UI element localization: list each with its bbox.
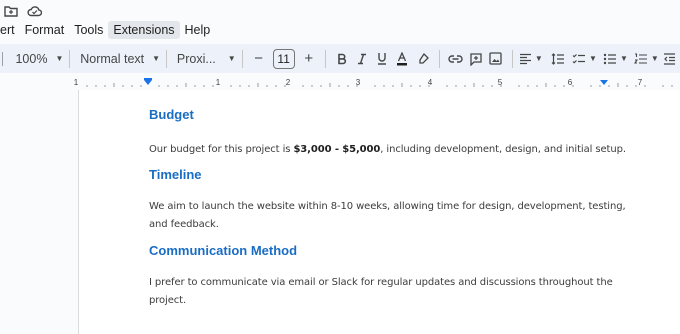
align-left-icon [519,53,531,64]
toolbar-separator [241,49,243,68]
chevron-down-icon: ▼ [534,54,543,63]
underline-icon[interactable] [373,48,391,70]
ruler-number: 4 [428,78,433,87]
insert-image-icon[interactable] [487,48,505,70]
ruler-number: 1 [216,78,221,87]
menu-help[interactable]: Help [180,21,216,39]
paragraph-timeline-line2: and feedback. [149,219,219,230]
first-line-indent-marker[interactable] [144,78,152,80]
chevron-down-icon: ▼ [227,54,236,63]
paragraph-timeline-line1: We aim to launch the website within 8-10… [149,201,626,212]
document-page[interactable]: Budget Our budget for this project is $3… [78,90,680,334]
heading-timeline: Timeline [149,167,202,182]
text-color-icon[interactable] [393,48,411,70]
ruler-number: 3 [356,78,361,87]
ruler-number: 5 [498,78,503,87]
bold-icon[interactable] [333,48,351,70]
bulleted-list-select[interactable]: ▼ [603,47,628,71]
toolbar-separator [438,49,440,68]
numbered-list-select[interactable]: ▼ [633,47,659,71]
ruler-number: 1 [74,78,79,87]
line-spacing-icon[interactable] [549,48,567,70]
link-icon[interactable] [446,48,464,70]
zoom-value: 100% [15,51,48,66]
italic-icon[interactable] [353,48,371,70]
menu-tools[interactable]: Tools [69,21,108,39]
left-indent-marker[interactable] [144,80,152,85]
highlight-icon[interactable] [413,48,431,70]
decrease-indent-icon[interactable] [661,48,679,70]
menu-insert[interactable]: ert [0,21,20,39]
numbered-list-icon [633,52,647,64]
toolbar-separator [166,49,167,68]
font-select[interactable]: Proxi... ▼ [177,47,236,71]
toolbar: 100% ▼ Normal text ▼ Proxi... ▼ − 11 + ▼… [0,44,680,73]
paragraph-style-value: Normal text [80,51,145,66]
chevron-down-icon: ▼ [589,54,597,63]
toolbar-separator [324,49,326,68]
decrease-font-size-button[interactable]: − [250,48,268,70]
budget-text-start: Our budget for this project is [149,144,294,155]
checklist-icon [572,53,586,64]
align-select[interactable]: ▼ [519,47,543,71]
zoom-select[interactable]: 100% ▼ [15,47,63,71]
bulleted-list-icon [603,53,616,64]
right-indent-marker[interactable] [600,80,608,85]
chevron-down-icon: ▼ [619,54,628,63]
font-value: Proxi... [176,51,216,66]
ruler-number: 2 [286,78,291,87]
menu-bar: ert Format Tools Extensions Help [0,19,680,41]
toolbar-separator [512,49,513,68]
paragraph-communication-line2: project. [149,295,187,306]
add-comment-icon[interactable] [467,48,485,70]
budget-text-end: , including development, design, and ini… [380,144,626,155]
budget-amount: $3,000 - $5,000 [293,144,381,155]
paragraph-budget: Our budget for this project is $3,000 - … [149,141,626,159]
toolbar-separator [69,49,71,68]
chevron-down-icon: ▼ [650,54,659,63]
font-size-input[interactable]: 11 [272,48,295,69]
chevron-down-icon: ▼ [152,54,161,63]
paragraph-communication-line1: I prefer to communicate via email or Sla… [149,277,613,288]
ruler[interactable]: 1 1 2 3 4 5 6 7 [0,76,680,90]
increase-font-size-button[interactable]: + [300,48,318,70]
menu-extensions[interactable]: Extensions [108,21,180,39]
heading-budget: Budget [149,107,194,122]
paragraph-style-select[interactable]: Normal text ▼ [80,47,160,71]
ruler-number: 6 [568,78,573,87]
menu-format[interactable]: Format [20,21,70,39]
checklist-select[interactable]: ▼ [572,47,597,71]
ruler-number: 7 [638,78,643,87]
chevron-down-icon: ▼ [55,54,64,63]
ruler-scale: 1 1 2 3 4 5 6 7 [74,78,673,87]
toolbar-divider [2,51,5,66]
heading-communication: Communication Method [149,243,298,258]
